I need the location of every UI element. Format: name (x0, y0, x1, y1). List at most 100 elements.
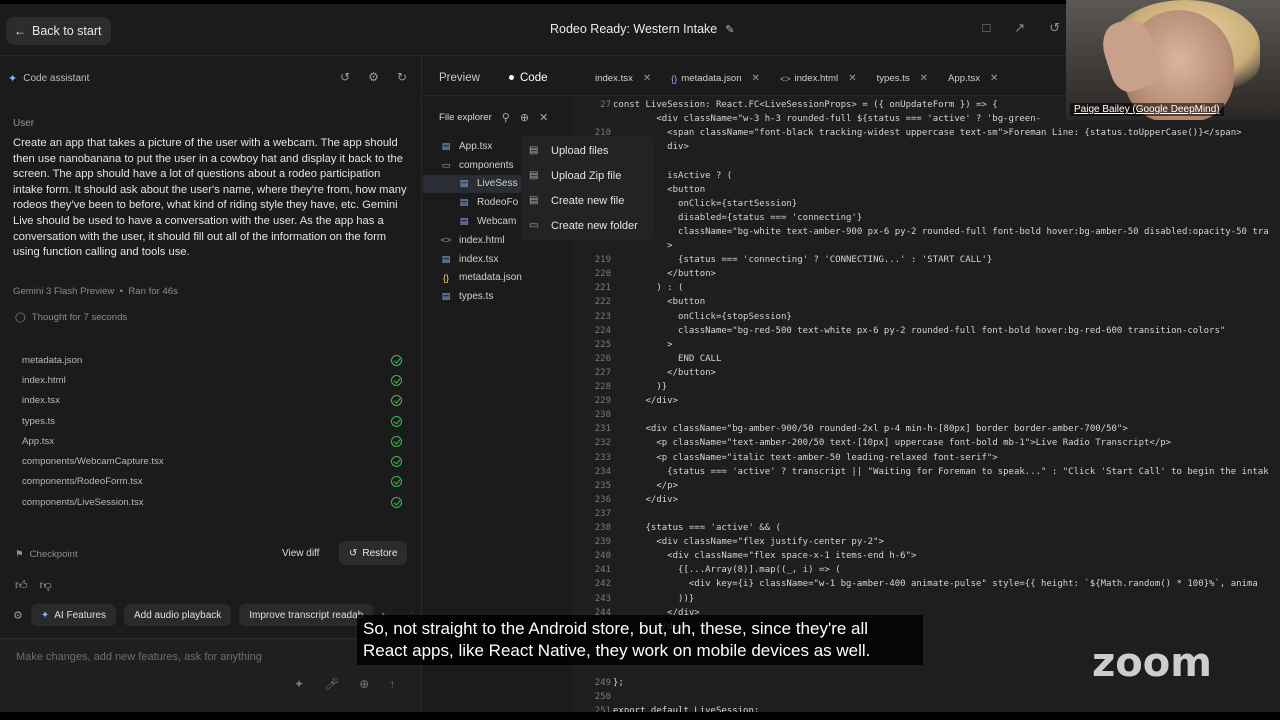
changed-file[interactable]: components/LiveSession.tsx (22, 492, 402, 512)
file-tab[interactable]: App.tsx ✕ (938, 73, 1008, 84)
thumbs-up-icon[interactable]: 👍︎ (15, 578, 28, 593)
assistant-header: ✦ Code assistant (8, 72, 89, 85)
code-line: {status === 'active' ? transcript || "Wa… (613, 466, 1269, 477)
changed-file[interactable]: index.tsx (22, 391, 402, 411)
add-icon[interactable]: ⊕ (359, 677, 369, 691)
code-line: <span className="font-black tracking-wid… (613, 128, 1242, 139)
chip-suggestion[interactable]: Improve transcript readab (239, 604, 374, 626)
menu-create-file[interactable]: ▤ Create new file (521, 188, 653, 213)
changed-file[interactable]: components/RodeoForm.tsx (22, 472, 402, 492)
line-number: 224 (594, 325, 611, 336)
thought-toggle[interactable]: ◯ Thought for 7 seconds (15, 312, 127, 323)
model-info: Gemini 3 Flash Preview • Ran for 46s (13, 286, 178, 297)
tab-code[interactable]: Code (509, 72, 548, 84)
line-number: 249 (594, 678, 611, 689)
send-icon[interactable]: ↑ (389, 677, 395, 691)
changed-file[interactable]: metadata.json (22, 350, 402, 370)
code-line: className="bg-white text-amber-900 px-6 … (613, 226, 1269, 237)
code-line: ))} (613, 593, 695, 604)
history-icon[interactable]: ↺ (1049, 20, 1060, 36)
participant-video: Paige Bailey (Google DeepMind) (1066, 0, 1280, 120)
code-line: </button> (613, 269, 716, 280)
assistant-actions: ↺ ⚙ ↻ (340, 70, 407, 84)
close-icon[interactable]: ✕ (848, 73, 856, 84)
file-icon: ▤ (459, 178, 469, 189)
code-line: <div key={i} className="w-1 bg-amber-400… (613, 579, 1258, 590)
app-title-text: Rodeo Ready: Western Intake (550, 22, 718, 36)
chat-input-placeholder: Make changes, add new features, ask for … (16, 651, 262, 663)
edit-pencil-icon[interactable]: ✎ (725, 23, 734, 36)
code-line: <p className="text-amber-200/50 text-[10… (613, 438, 1172, 449)
tree-item[interactable]: ▤ index.tsx (423, 250, 571, 269)
check-circle-icon (391, 395, 402, 407)
file-tab[interactable]: {} metadata.json ✕ (661, 73, 770, 84)
line-number: 240 (594, 551, 611, 562)
line-number: 223 (594, 311, 611, 322)
file-icon: ▤ (459, 197, 469, 208)
braces-icon: {} (671, 73, 678, 84)
chip-ai-features[interactable]: ✦ AI Features (30, 604, 116, 626)
file-tab[interactable]: <> index.html ✕ (770, 73, 867, 84)
close-icon[interactable]: ✕ (920, 73, 928, 84)
folder-icon: ▭ (441, 159, 451, 170)
lightbulb-icon: ◯ (15, 312, 26, 323)
new-file-icon: ▤ (529, 195, 539, 206)
menu-create-folder[interactable]: ▭ Create new folder (521, 213, 653, 238)
line-number: 235 (594, 480, 611, 491)
restore-button[interactable]: ↺ Restore (339, 541, 408, 565)
search-icon[interactable]: ⚲ (502, 111, 510, 124)
check-circle-icon (391, 415, 402, 427)
line-number: 236 (594, 494, 611, 505)
code-icon: <> (440, 235, 452, 246)
chip-suggestion[interactable]: Add audio playback (123, 604, 232, 626)
line-number: 220 (594, 269, 611, 280)
close-icon[interactable]: ✕ (752, 73, 760, 84)
menu-upload-zip[interactable]: ▤ Upload Zip file (521, 163, 653, 188)
code-line: {[...Array(8)].map((_, i) => ( (613, 565, 841, 576)
line-number: 219 (594, 255, 611, 266)
code-line: > (613, 241, 673, 251)
microphone-icon[interactable]: 🎤︎ (324, 677, 339, 691)
tree-item[interactable]: ▤ types.ts (423, 287, 571, 306)
back-to-start-button[interactable]: ← Back to start (6, 17, 112, 45)
code-line: </div> (613, 396, 679, 407)
close-icon[interactable]: ✕ (990, 73, 998, 84)
active-dot-icon (509, 75, 514, 81)
line-number: 227 (594, 367, 611, 378)
line-number: 237 (594, 508, 611, 519)
thumbs-down-icon[interactable]: 👎︎ (40, 578, 52, 593)
close-icon[interactable]: ✕ (643, 73, 651, 84)
line-number: 228 (594, 382, 611, 392)
app-title[interactable]: Rodeo Ready: Western Intake ✎ (550, 22, 734, 36)
changed-file[interactable]: components/WebcamCapture.tsx (22, 451, 402, 471)
share-icon[interactable]: ↗ (1014, 20, 1025, 36)
changed-file[interactable]: index.html (22, 370, 402, 390)
changed-file[interactable]: types.ts (22, 411, 402, 431)
save-icon[interactable]: □ (982, 20, 990, 36)
upload-icon: ▤ (529, 145, 539, 156)
line-number: 232 (594, 438, 611, 449)
collapse-icon[interactable]: ✕ (539, 111, 548, 124)
suggestion-chips: ⚙ ✦ AI Features Add audio playback Improv… (13, 602, 413, 628)
line-number: 242 (594, 579, 611, 590)
participant-name: Paige Bailey (Google DeepMind) (1070, 103, 1224, 116)
line-number: 225 (594, 339, 611, 350)
file-tab[interactable]: types.ts ✕ (867, 73, 938, 84)
code-line: > (613, 339, 673, 350)
code-line: const LiveSession: React.FC<LiveSessionP… (613, 100, 998, 110)
menu-upload-files[interactable]: ▤ Upload files (521, 138, 653, 163)
file-tab[interactable]: index.tsx ✕ (585, 73, 661, 84)
tree-item[interactable]: {} metadata.json (423, 269, 571, 288)
view-diff-button[interactable]: View diff (282, 548, 319, 559)
history-icon[interactable]: ↺ (340, 70, 350, 84)
code-line: END CALL (613, 353, 722, 364)
open-file-tabs: index.tsx ✕ {} metadata.json ✕ <> index.html… (585, 73, 1008, 84)
refresh-icon[interactable]: ↻ (397, 70, 407, 84)
gear-icon[interactable]: ⚙ (368, 70, 379, 84)
code-line: <div className="flex space-x-1 items-end… (613, 551, 917, 562)
add-icon[interactable]: ⊕ (520, 111, 529, 124)
tab-preview[interactable]: Preview (439, 72, 480, 84)
wrench-icon: ⚙ (13, 609, 23, 622)
magic-wand-icon[interactable]: ✦ (294, 677, 304, 691)
changed-file[interactable]: App.tsx (22, 431, 402, 451)
